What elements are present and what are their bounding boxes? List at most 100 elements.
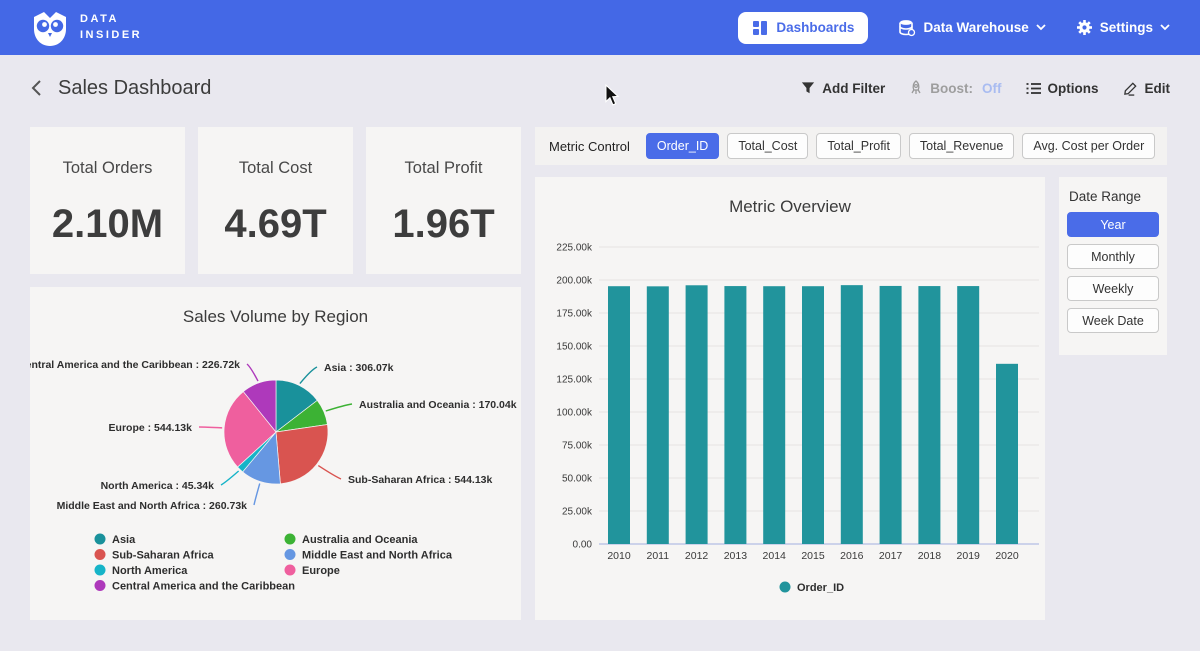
logo-text: DATA INSIDER: [80, 12, 142, 44]
boost-label: Boost:: [930, 81, 973, 96]
date-range-year[interactable]: Year: [1067, 212, 1159, 237]
legend-item-middle-east-and-north-africa[interactable]: Middle East and North Africa: [285, 549, 453, 562]
svg-text:Asia: Asia: [112, 534, 136, 546]
metric-chip-avg-cost-per-order[interactable]: Avg. Cost per Order: [1022, 133, 1155, 159]
x-tick-label: 2010: [607, 550, 631, 562]
bar-chart: 0.0025.00k50.00k75.00k100.00k125.00k150.…: [535, 177, 1045, 620]
bar-2020[interactable]: [996, 364, 1018, 544]
metric-chip-total-cost[interactable]: Total_Cost: [727, 133, 808, 159]
rocket-icon: [909, 80, 923, 96]
legend-item-europe[interactable]: Europe: [285, 565, 340, 578]
dashboards-button[interactable]: Dashboards: [738, 12, 868, 44]
chevron-down-icon: [1160, 24, 1170, 31]
y-tick-label: 25.00k: [562, 507, 593, 518]
y-tick-label: 75.00k: [562, 441, 593, 452]
pie-leader-line: [300, 367, 317, 384]
date-range-weekly[interactable]: Weekly: [1067, 276, 1159, 301]
x-tick-label: 2020: [995, 550, 1019, 562]
bar-2017[interactable]: [880, 286, 902, 544]
owl-logo-icon: [30, 9, 70, 47]
bar-2012[interactable]: [686, 285, 708, 544]
date-range-monthly[interactable]: Monthly: [1067, 244, 1159, 269]
settings-menu[interactable]: Settings: [1076, 19, 1170, 36]
legend-item-north-america[interactable]: North America: [95, 565, 189, 578]
x-tick-label: 2013: [724, 550, 748, 562]
kpi-label: Total Cost: [198, 159, 353, 178]
pie-label: Australia and Oceania : 170.04k: [359, 399, 517, 411]
metric-chip-total-revenue[interactable]: Total_Revenue: [909, 133, 1014, 159]
page-header: Sales Dashboard Add Filter Boost: Off: [0, 55, 1200, 121]
bar-chart-panel: Metric Overview 0.0025.00k50.00k75.00k10…: [535, 177, 1045, 620]
x-tick-label: 2018: [918, 550, 942, 562]
boost-toggle[interactable]: Boost: Off: [909, 80, 1001, 96]
pie-label: Europe : 544.13k: [109, 422, 193, 434]
x-tick-label: 2019: [957, 550, 981, 562]
pie-chart: Asia : 306.07k Australia and Oceania : 17…: [30, 287, 521, 620]
legend-item-order-id[interactable]: Order_ID: [780, 582, 845, 595]
edit-button[interactable]: Edit: [1123, 81, 1171, 96]
x-tick-label: 2014: [763, 550, 787, 562]
logo-line1: DATA: [80, 12, 142, 28]
pie-leader-line: [254, 483, 260, 505]
data-warehouse-label: Data Warehouse: [923, 20, 1028, 35]
pie-label: Asia : 306.07k: [324, 362, 394, 374]
navbar: DATA INSIDER Dashboards Data Warehouse: [0, 0, 1200, 55]
metric-chip-total-profit[interactable]: Total_Profit: [816, 133, 901, 159]
dashboards-label: Dashboards: [776, 20, 854, 35]
legend-item-sub-saharan-africa[interactable]: Sub-Saharan Africa: [95, 549, 215, 562]
pie-leader-line: [326, 404, 352, 411]
bar-2014[interactable]: [763, 286, 785, 544]
metric-chip-order-id[interactable]: Order_ID: [646, 133, 719, 159]
logo[interactable]: DATA INSIDER: [30, 9, 142, 47]
bar-2010[interactable]: [608, 286, 630, 544]
pie-slice-sub-saharan-africa[interactable]: [276, 425, 328, 484]
svg-text:North America: North America: [112, 565, 188, 577]
x-tick-label: 2011: [647, 550, 670, 562]
svg-text:Australia and Oceania: Australia and Oceania: [302, 534, 418, 546]
svg-text:Order_ID: Order_ID: [797, 582, 844, 594]
filter-icon: [801, 81, 815, 95]
metric-control-bar: Metric Control Order_ID Total_Cost Total…: [535, 127, 1167, 165]
settings-label: Settings: [1100, 20, 1153, 35]
kpi-card-total-cost: Total Cost 4.69T: [198, 127, 353, 274]
bar-2016[interactable]: [841, 285, 863, 544]
options-button[interactable]: Options: [1026, 81, 1099, 96]
date-range-week-date[interactable]: Week Date: [1067, 308, 1159, 333]
svg-text:Sub-Saharan Africa: Sub-Saharan Africa: [112, 550, 215, 562]
date-range-panel: Date Range Year Monthly Weekly Week Date: [1059, 177, 1167, 355]
pie-leader-line: [199, 427, 222, 428]
legend-item-asia[interactable]: Asia: [95, 534, 137, 547]
kpi-value: 1.96T: [366, 202, 521, 247]
bar-2011[interactable]: [647, 286, 669, 544]
y-tick-label: 125.00k: [556, 375, 593, 386]
y-tick-label: 150.00k: [556, 342, 593, 353]
logo-line2: INSIDER: [80, 28, 142, 44]
x-tick-label: 2017: [879, 550, 903, 562]
bar-2019[interactable]: [957, 286, 979, 544]
pie-label: Sub-Saharan Africa : 544.13k: [348, 474, 492, 486]
data-warehouse-menu[interactable]: Data Warehouse: [898, 19, 1045, 37]
y-tick-label: 50.00k: [562, 474, 593, 485]
add-filter-button[interactable]: Add Filter: [801, 81, 885, 96]
bar-2015[interactable]: [802, 286, 824, 544]
back-button[interactable]: [30, 79, 42, 97]
bar-2018[interactable]: [918, 286, 940, 544]
svg-text:Central America and the Caribb: Central America and the Caribbean: [112, 581, 295, 593]
svg-text:Europe: Europe: [302, 565, 340, 577]
kpi-card-total-orders: Total Orders 2.10M: [30, 127, 185, 274]
bar-2013[interactable]: [724, 286, 746, 544]
legend-item-australia-and-oceania[interactable]: Australia and Oceania: [285, 534, 419, 547]
y-tick-label: 175.00k: [556, 309, 593, 320]
boost-state: Off: [982, 81, 1002, 96]
kpi-value: 4.69T: [198, 202, 353, 247]
pie-label: North America : 45.34k: [101, 480, 215, 492]
pie-label: Middle East and North Africa : 260.73k: [57, 500, 248, 512]
kpi-value: 2.10M: [30, 202, 185, 247]
x-tick-label: 2012: [685, 550, 709, 562]
x-tick-label: 2016: [840, 550, 864, 562]
legend-item-central-america-and-the-caribbean[interactable]: Central America and the Caribbean: [95, 580, 296, 593]
add-filter-label: Add Filter: [822, 81, 885, 96]
pie-leader-line: [247, 364, 258, 381]
options-label: Options: [1048, 81, 1099, 96]
metric-control-label: Metric Control: [549, 139, 630, 154]
